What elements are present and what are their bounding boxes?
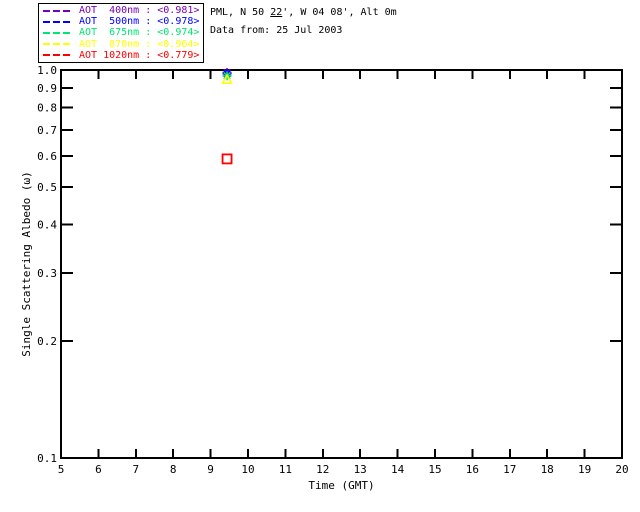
- x-tick-label: 19: [578, 463, 591, 476]
- x-tick-label: 13: [354, 463, 367, 476]
- x-tick-label: 14: [391, 463, 405, 476]
- x-tick-label: 7: [132, 463, 139, 476]
- x-tick-label: 6: [95, 463, 102, 476]
- x-tick-label: 16: [466, 463, 479, 476]
- x-tick-label: 8: [170, 463, 177, 476]
- plot-window: AOT 400nm : <0.981> AOT 500nm : <0.978> AO…: [0, 0, 640, 512]
- y-tick-label: 0.9: [37, 82, 57, 95]
- x-tick-label: 11: [279, 463, 292, 476]
- x-tick-label: 10: [241, 463, 254, 476]
- y-tick-label: 0.5: [37, 181, 57, 194]
- x-tick-label: 5: [58, 463, 65, 476]
- y-axis-ticks: [62, 69, 621, 459]
- x-tick-label: 12: [316, 463, 329, 476]
- y-tick-label: 0.4: [37, 218, 57, 231]
- x-tick-label: 9: [207, 463, 214, 476]
- plot-frame: [60, 69, 623, 459]
- x-tick-label: 18: [541, 463, 554, 476]
- x-tick-label: 17: [503, 463, 516, 476]
- x-tick-label: 20: [615, 463, 628, 476]
- y-axis-title: Single Scattering Albedo (ω): [20, 171, 33, 356]
- marker-square: [221, 153, 233, 165]
- y-tick-label: 1.0: [37, 64, 57, 77]
- y-tick-label: 0.6: [37, 150, 57, 163]
- y-tick-label: 0.8: [37, 102, 57, 115]
- y-tick-label: 0.1: [37, 452, 57, 465]
- y-tick-label: 0.7: [37, 124, 57, 137]
- chart-canvas: 5 6 7 8 9 10 11 12 13 14 15 16 17 18 19 20 1.0 0.9 0.8 0.7 0…: [20, 64, 629, 492]
- y-tick-label: 0.3: [37, 267, 57, 280]
- x-axis-ticks: [60, 71, 623, 457]
- y-tick-label: 0.2: [37, 335, 57, 348]
- x-axis-title: Time (GMT): [308, 479, 374, 492]
- x-tick-label: 15: [428, 463, 441, 476]
- data-series-aot-1020nm: [221, 153, 233, 165]
